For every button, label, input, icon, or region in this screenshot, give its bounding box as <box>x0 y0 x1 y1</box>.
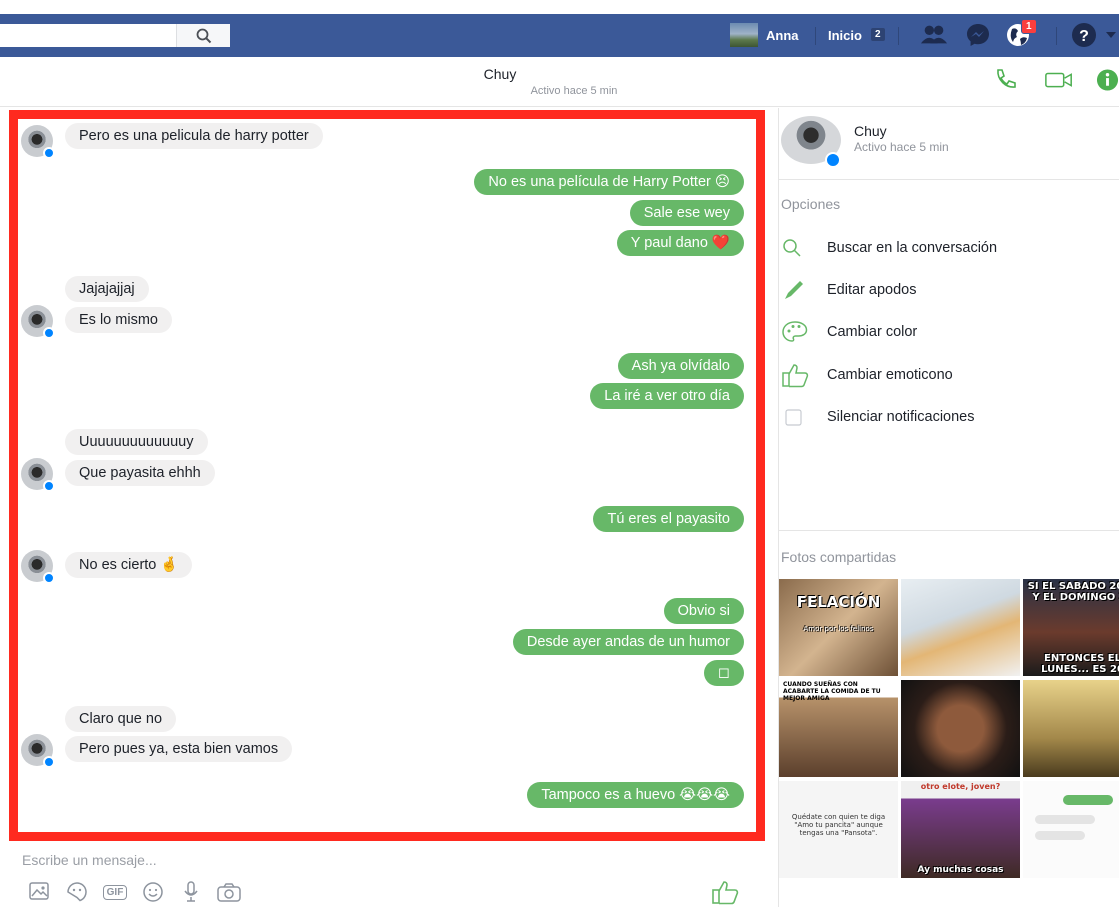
gif-icon: GIF <box>102 884 128 900</box>
gif-button[interactable]: GIF <box>102 880 128 904</box>
divider <box>778 530 1119 531</box>
photo-caption: CUANDO SUEÑAS CON ACABARTE LA COMIDA DE … <box>783 681 881 702</box>
option-mute-notifications[interactable]: Silenciar notificaciones <box>781 402 1119 432</box>
voice-clip-button[interactable] <box>178 880 204 904</box>
photo-caption: otro elote, joven? <box>920 782 1001 791</box>
separator <box>815 27 816 45</box>
top-navigation-bar: Anna Inicio 2 1 ? <box>0 14 1119 57</box>
chat-bubble-thumbnail <box>1035 831 1085 840</box>
photo-caption: ENTONCES EL LUNES... ES 20 <box>1041 653 1119 675</box>
photo-caption: FELACIÓN <box>796 593 881 611</box>
camera-icon <box>217 883 241 902</box>
voice-call-button[interactable] <box>990 67 1020 93</box>
chat-bubble-thumbnail <box>1063 795 1113 805</box>
photo-icon <box>29 882 49 900</box>
notifications-count-badge: 1 <box>1021 19 1037 34</box>
messenger-icon <box>967 24 989 46</box>
video-call-button[interactable] <box>1044 67 1074 93</box>
search-icon <box>781 235 813 261</box>
search-input[interactable] <box>0 24 230 47</box>
chat-bubble-thumbnail <box>1035 815 1095 824</box>
video-camera-icon <box>1045 72 1072 88</box>
shared-photos-grid: FELACIÓN Amor por los felinos SI EL SABA… <box>779 579 1119 907</box>
shared-photo[interactable] <box>1023 781 1119 878</box>
option-change-color[interactable]: Cambiar color <box>781 317 1119 347</box>
message-input[interactable]: Escribe un mensaje... <box>22 852 157 868</box>
options-section-title: Opciones <box>781 196 841 212</box>
help-icon: ? <box>1072 23 1096 47</box>
thumbs-up-icon <box>781 362 813 388</box>
phone-icon <box>997 69 1016 88</box>
option-label: Cambiar emoticono <box>827 367 953 383</box>
shared-photos-title: Fotos compartidas <box>781 549 897 565</box>
shared-photo[interactable]: otro elote, joven? Ay muchas cosas <box>901 781 1020 878</box>
sticker-button[interactable] <box>64 880 90 904</box>
thumbs-up-icon <box>712 881 739 905</box>
photo-caption: Ay muchas cosas <box>917 865 1004 875</box>
caret-down-icon <box>1105 32 1116 38</box>
separator <box>898 27 899 45</box>
shared-photo[interactable]: CUANDO SUEÑAS CON ACABARTE LA COMIDA DE … <box>779 680 898 777</box>
messenger-badge-icon <box>825 152 841 168</box>
shared-photo[interactable]: SI EL SABADO 2016 Y EL DOMINGO 20 ENTONC… <box>1023 579 1119 676</box>
send-like-button[interactable] <box>711 879 741 907</box>
camera-button[interactable] <box>216 880 242 904</box>
photo-caption: Quédate con quien te diga "Amo tu pancit… <box>791 813 886 837</box>
photo-caption: Amor por los felinos <box>803 625 874 633</box>
smiley-icon <box>143 882 163 902</box>
add-photo-button[interactable] <box>26 880 52 904</box>
option-label: Buscar en la conversación <box>827 240 998 256</box>
contact-status: Activo hace 5 min <box>854 140 949 154</box>
pencil-icon <box>781 277 813 303</box>
friend-requests-icon <box>920 25 948 44</box>
friend-requests-button[interactable] <box>920 22 948 48</box>
divider <box>778 179 1119 180</box>
contact-name[interactable]: Chuy <box>854 123 887 139</box>
home-link[interactable]: Inicio <box>828 28 862 43</box>
shared-photo[interactable] <box>901 680 1020 777</box>
shared-photo[interactable] <box>901 579 1020 676</box>
highlight-frame <box>9 110 765 841</box>
shared-photo[interactable]: Quédate con quien te diga "Amo tu pancit… <box>779 781 898 878</box>
home-count-badge: 2 <box>871 28 885 41</box>
search-icon <box>196 28 211 43</box>
account-menu-button[interactable] <box>1102 22 1119 48</box>
option-change-emoji[interactable]: Cambiar emoticono <box>781 360 1119 390</box>
option-label: Editar apodos <box>827 282 917 298</box>
help-button[interactable]: ? <box>1070 22 1098 48</box>
profile-name-link[interactable]: Anna <box>766 28 799 43</box>
photo-caption: SI EL SABADO 2016 Y EL DOMINGO 20 <box>1027 581 1119 603</box>
composer-toolbar: GIF <box>26 880 242 904</box>
search-button[interactable] <box>176 24 230 47</box>
option-label: Cambiar color <box>827 324 918 340</box>
sticker-icon <box>67 882 87 902</box>
messenger-button[interactable] <box>964 22 992 48</box>
conversation-info-button[interactable] <box>1096 67 1119 93</box>
emoji-button[interactable] <box>140 880 166 904</box>
shared-photo[interactable]: FELACIÓN Amor por los felinos <box>779 579 898 676</box>
conversation-title[interactable]: Chuy <box>0 66 1000 82</box>
microphone-icon <box>184 881 198 902</box>
conversation-header: Chuy Activo hace 5 min <box>0 57 1119 107</box>
option-edit-nicknames[interactable]: Editar apodos <box>781 275 1119 305</box>
checkbox-icon[interactable] <box>781 404 813 430</box>
svg-text:?: ? <box>1079 28 1089 45</box>
palette-icon <box>781 319 813 345</box>
option-search-conversation[interactable]: Buscar en la conversación <box>781 233 1119 263</box>
shared-photo[interactable] <box>1023 680 1119 777</box>
separator <box>1056 27 1057 45</box>
conversation-status: Activo hace 5 min <box>530 85 618 97</box>
contact-profile-avatar[interactable] <box>781 116 841 168</box>
profile-avatar[interactable] <box>730 23 758 47</box>
option-label: Silenciar notificaciones <box>827 409 975 425</box>
info-icon <box>1096 69 1119 91</box>
